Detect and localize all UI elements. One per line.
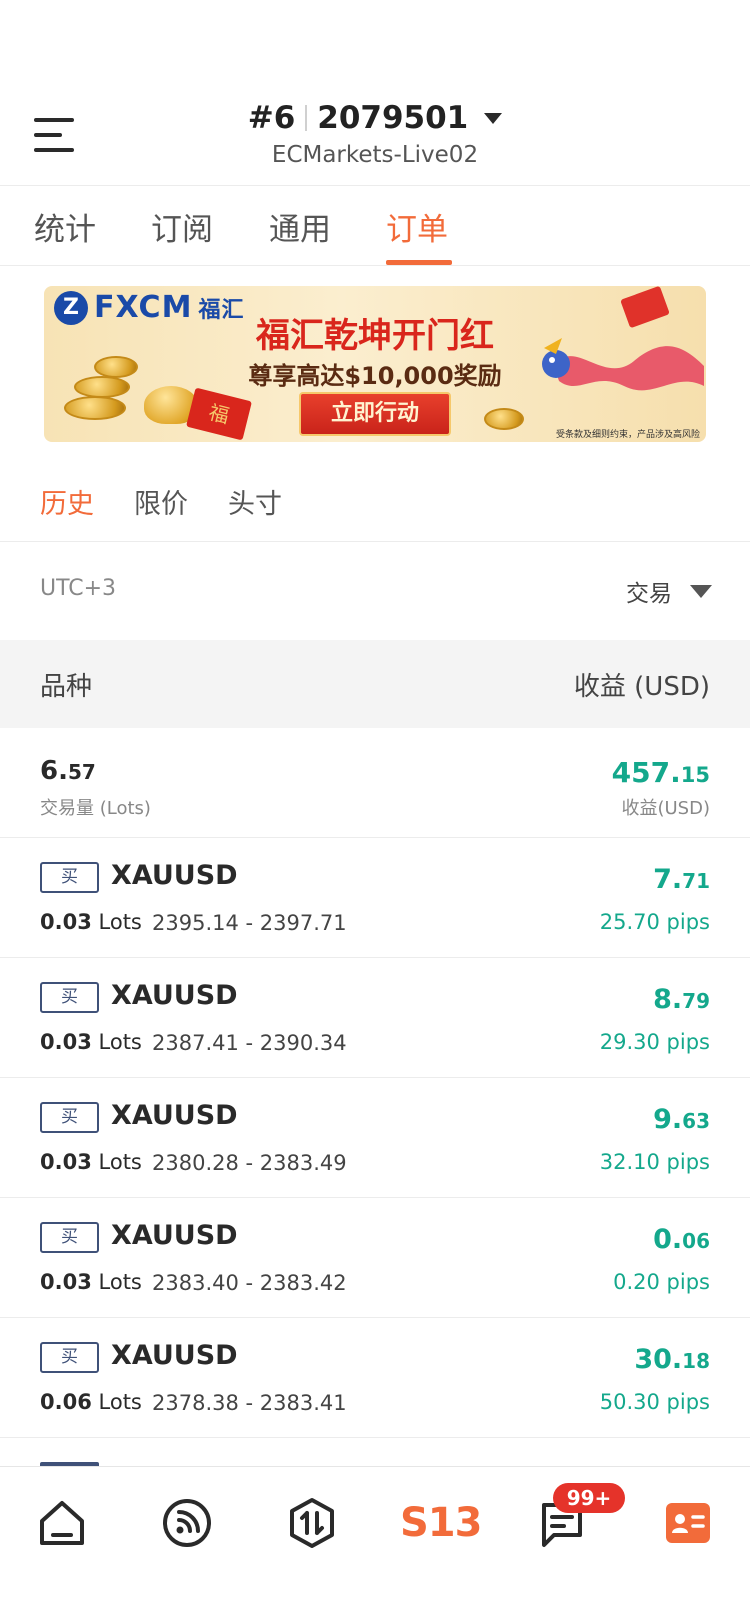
total-profit: 457.15	[611, 756, 710, 789]
order-pips: 0.20 pips	[613, 1270, 710, 1294]
buy-badge: 买	[40, 1222, 99, 1253]
red-envelope-icon: 福	[186, 387, 252, 441]
order-profit: 8.79	[653, 984, 710, 1015]
order-lots: 0.06 Lots	[40, 1390, 142, 1414]
order-lots: 0.03 Lots	[40, 1150, 142, 1174]
history-summary: 6.57 交易量 (Lots) 457.15 收益(USD)	[0, 728, 750, 838]
subtab-positions[interactable]: 头寸	[228, 482, 282, 521]
order-prices: 2387.41 - 2390.34	[152, 1031, 347, 1055]
trade-icon[interactable]	[284, 1495, 340, 1551]
list-column-header: 品种 收益 (USD)	[0, 640, 750, 728]
filter-row: UTC+3 交易	[0, 542, 750, 640]
order-symbol: XAUUSD	[111, 1340, 238, 1371]
order-profit: 30.18	[634, 1344, 710, 1375]
unread-badge: 99+	[553, 1483, 625, 1513]
column-symbol: 品种	[40, 672, 93, 702]
order-row[interactable]: 买 XAUUSD 0.06 Lots 2378.38 - 2383.41 30.…	[0, 1318, 750, 1438]
order-profit: 0.06	[653, 1224, 710, 1255]
order-prices: 2395.14 - 2397.71	[152, 911, 347, 935]
buy-badge: 买	[40, 862, 99, 893]
s13-logo-icon[interactable]: S13	[400, 1495, 482, 1551]
order-profit: 7.71	[653, 864, 710, 895]
order-lots: 0.03 Lots	[40, 910, 142, 934]
signal-feed-icon[interactable]	[159, 1495, 215, 1551]
order-lots: 0.03 Lots	[40, 1270, 142, 1294]
order-symbol: XAUUSD	[111, 860, 238, 891]
order-symbol: XAUUSD	[111, 980, 238, 1011]
order-row[interactable]: 买 XAUUSD 0.03 Lots 2383.40 - 2383.42 0.0…	[0, 1198, 750, 1318]
subtab-history[interactable]: 历史	[40, 482, 94, 521]
total-lots: 6.57	[40, 756, 96, 786]
trade-type-dropdown[interactable]: 交易	[626, 574, 712, 608]
tab-general[interactable]: 通用	[269, 204, 331, 249]
order-symbol: XAUUSD	[111, 1220, 238, 1251]
account-separator	[305, 105, 308, 131]
banner-footnote: 受条款及细则约束，产品涉及高风险	[555, 430, 700, 440]
order-profit: 9.63	[653, 1104, 710, 1135]
total-lots-label: 交易量 (Lots)	[40, 798, 151, 819]
order-row[interactable]: 买 XAUUSD 0.03 Lots 2395.14 - 2397.71 7.7…	[0, 838, 750, 958]
main-tabs: 统计 订阅 通用 订单	[0, 186, 750, 266]
order-pips: 25.70 pips	[599, 910, 710, 934]
order-row[interactable]: 买 XAUUSD 0.03 Lots 2380.28 - 2383.49 9.6…	[0, 1078, 750, 1198]
order-pips: 32.10 pips	[599, 1150, 710, 1174]
tab-orders[interactable]: 订单	[386, 204, 448, 249]
order-prices: 2380.28 - 2383.49	[152, 1151, 347, 1175]
subtab-limit[interactable]: 限价	[134, 482, 188, 521]
tab-statistics[interactable]: 统计	[34, 204, 96, 249]
chevron-down-icon	[690, 584, 712, 598]
account-switcher[interactable]: #6 2079501 ECMarkets-Live02	[0, 100, 750, 168]
order-prices: 2378.38 - 2383.41	[152, 1391, 347, 1415]
total-profit-label: 收益(USD)	[621, 798, 710, 819]
profile-card-icon[interactable]	[660, 1495, 716, 1551]
order-row[interactable]: 买 XAUUSD 0.03 Lots 2387.41 - 2390.34 8.7…	[0, 958, 750, 1078]
tab-subscriptions[interactable]: 订阅	[151, 204, 213, 249]
chevron-down-icon	[484, 112, 503, 124]
account-number: 2079501	[317, 100, 469, 136]
app-header: #6 2079501 ECMarkets-Live02	[0, 0, 750, 186]
account-index: #6	[247, 100, 296, 136]
promo-banner[interactable]: Z FXCM 福汇 福 福汇乾坤开门红 尊享高达$10,000奖励 立即行动 受…	[44, 286, 706, 442]
order-prices: 2383.40 - 2383.42	[152, 1271, 347, 1295]
buy-badge: 买	[40, 1102, 99, 1133]
home-icon[interactable]	[34, 1495, 90, 1551]
trade-type-label: 交易	[626, 581, 672, 607]
order-pips: 50.30 pips	[599, 1390, 710, 1414]
buy-badge: 买	[40, 1342, 99, 1373]
order-lots: 0.03 Lots	[40, 1030, 142, 1054]
bottom-navigation: S13 99+	[0, 1466, 750, 1624]
buy-badge: 买	[40, 982, 99, 1013]
timezone-label: UTC+3	[40, 576, 117, 601]
server-name: ECMarkets-Live02	[271, 142, 479, 168]
order-pips: 29.30 pips	[599, 1030, 710, 1054]
column-profit: 收益 (USD)	[573, 672, 710, 702]
coin-icon	[64, 396, 126, 420]
banner-subtitle: 尊享高达$10,000奖励	[248, 362, 502, 390]
coin-icon	[484, 408, 524, 430]
order-symbol: XAUUSD	[111, 1100, 238, 1131]
banner-title: 福汇乾坤开门红	[256, 316, 494, 356]
banner-cta-button[interactable]: 立即行动	[299, 392, 451, 436]
order-subtabs: 历史 限价 头寸	[0, 464, 750, 542]
active-tab-indicator	[386, 260, 452, 265]
